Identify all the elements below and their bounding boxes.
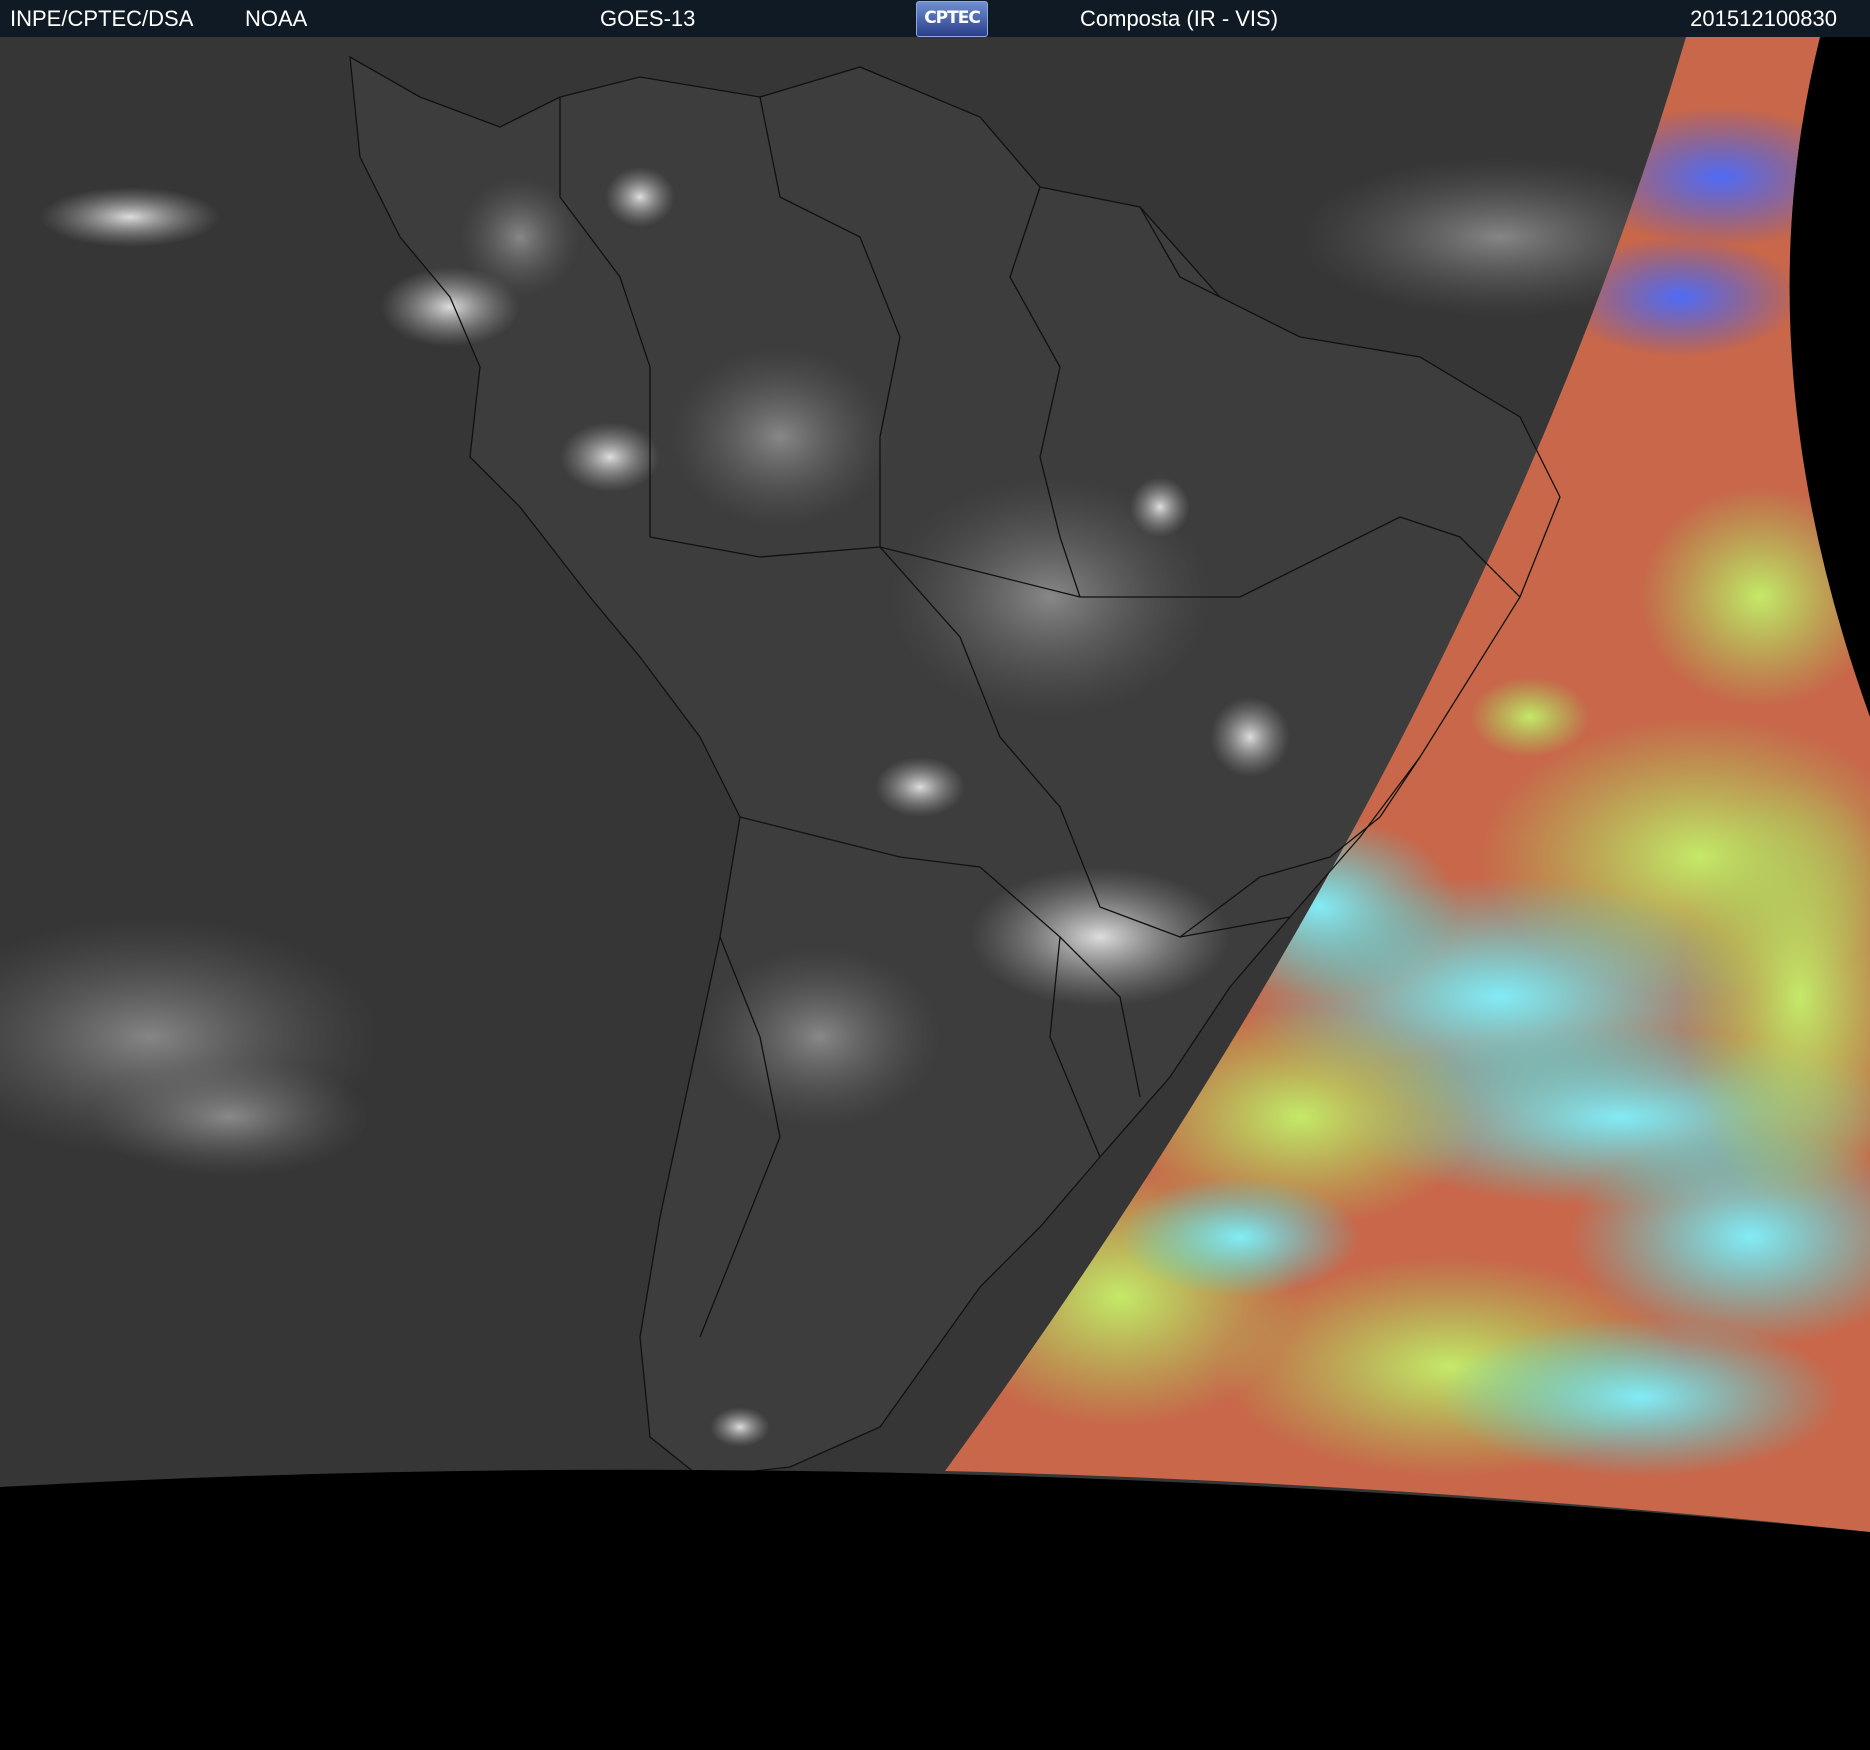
image-header-bar: INPE/CPTEC/DSA NOAA GOES-13 CPTEC Compos… xyxy=(0,0,1870,37)
satellite-image xyxy=(0,37,1870,1750)
agency-label: NOAA xyxy=(245,6,308,31)
timestamp-label: 201512100830 xyxy=(1690,6,1837,31)
satellite-label: GOES-13 xyxy=(600,6,696,31)
organization-label: INPE/CPTEC/DSA xyxy=(10,6,194,31)
cptec-logo: CPTEC xyxy=(916,1,988,37)
product-label: Composta (IR - VIS) xyxy=(1080,6,1279,31)
